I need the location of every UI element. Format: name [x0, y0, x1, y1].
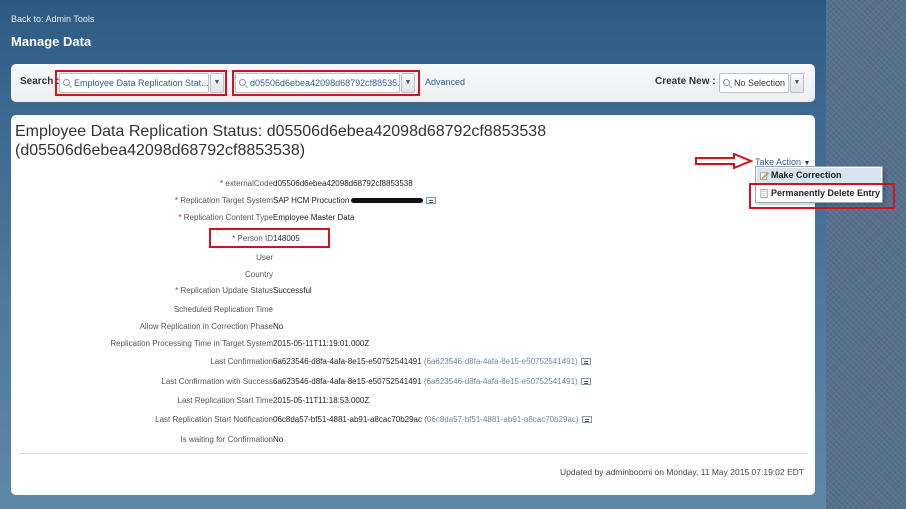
- back-to-admin-tools-link[interactable]: Back to: Admin Tools: [11, 14, 94, 24]
- field-value: 6a623546-d8fa-4afa-8e15-e50752541491: [273, 357, 422, 366]
- required-marker: *: [178, 213, 182, 222]
- updated-by-text: Updated by adminboomi on Monday, 11 May …: [560, 467, 804, 477]
- field-row-last-confirmation-success: Last Confirmation with Success 6a623546-…: [11, 375, 815, 388]
- record-heading: Employee Data Replication Status: d05506…: [15, 123, 547, 159]
- field-row-processing-time: Replication Processing Time in Target Sy…: [11, 337, 815, 350]
- arrow-pointer-icon: [695, 153, 754, 169]
- info-icon[interactable]: [426, 197, 437, 205]
- divider: [19, 453, 807, 454]
- field-value: SAP HCM Procuction: [273, 196, 350, 205]
- info-icon[interactable]: [580, 378, 591, 386]
- field-value: No: [273, 322, 284, 331]
- required-marker: *: [174, 196, 178, 205]
- info-icon[interactable]: [581, 416, 592, 424]
- side-pattern: [826, 0, 906, 509]
- page-title: Manage Data: [11, 34, 92, 49]
- field-value: 6a623546-d8fa-4afa-8e15-e50752541491: [273, 377, 422, 386]
- field-label: Allow Replication in Correction Phase: [139, 322, 273, 331]
- field-row-waiting-for-confirmation: Is waiting for Confirmation No: [11, 433, 815, 446]
- field-secondary-value: (6a623546-d8fa-4afa-8e15-e50752541491): [423, 357, 578, 366]
- field-value: 2015-05-11T11:19:01.000Z: [273, 339, 370, 348]
- field-label: Last Confirmation: [210, 357, 273, 366]
- field-row-user: User: [11, 251, 815, 264]
- field-row-replication-update-status: * Replication Update Status Successful: [11, 284, 815, 297]
- field-row-scheduled-replication-time: Scheduled Replication Time: [11, 303, 815, 316]
- create-new-dropdown-button[interactable]: ▼: [790, 73, 804, 93]
- field-label: Last Replication Start Notification: [155, 415, 273, 424]
- create-new-label: Create New :: [655, 76, 716, 87]
- field-row-last-replication-start-notification: Last Replication Start Notification 06c8…: [11, 413, 815, 426]
- required-marker: *: [220, 179, 224, 188]
- field-label: Country: [244, 270, 273, 279]
- search-icon: [723, 79, 730, 86]
- field-label: Is waiting for Confirmation: [180, 435, 273, 444]
- search-label: Search :: [20, 76, 60, 87]
- field-label: Scheduled Replication Time: [173, 305, 273, 314]
- field-label: Replication Update Status: [180, 286, 274, 295]
- advanced-search-link[interactable]: Advanced: [425, 77, 465, 87]
- field-value: 06c8da57-bf51-4881-ab91-a8cac70b29ac: [273, 415, 423, 424]
- highlight-box-id: [232, 70, 420, 96]
- field-row-last-replication-start-time: Last Replication Start Time 2015-05-11T1…: [11, 394, 815, 407]
- highlight-box-person-id: [209, 228, 330, 248]
- redaction-mark: [351, 198, 424, 204]
- field-row-country: Country: [11, 268, 815, 281]
- field-label: externalCode: [225, 179, 273, 188]
- create-new-combo[interactable]: No Selection: [719, 73, 789, 93]
- field-value: No: [273, 435, 284, 444]
- field-value: d05506d6ebea42098d68792cf8853538: [273, 179, 413, 188]
- field-row-last-confirmation: Last Confirmation 6a623546-d8fa-4afa-8e1…: [11, 355, 815, 368]
- field-secondary-value: (6a623546-d8fa-4afa-8e15-e50752541491): [423, 377, 578, 386]
- highlight-box-type: [55, 70, 227, 96]
- field-label: Replication Content Type: [183, 213, 273, 222]
- field-label: Replication Target System: [180, 196, 273, 205]
- search-bar: Search : Employee Data Replication Stat.…: [11, 64, 815, 102]
- field-row-allow-replication: Allow Replication in Correction Phase No: [11, 320, 815, 333]
- field-secondary-value: (06c8da57-bf51-4881-ab91-a8cac70b29ac): [424, 415, 579, 424]
- field-row-externalcode: * externalCode d05506d6ebea42098d68792cf…: [11, 177, 815, 190]
- field-row-replication-content-type: * Replication Content Type Employee Mast…: [11, 211, 815, 224]
- field-label: Last Replication Start Time: [177, 396, 273, 405]
- field-label: User: [256, 253, 273, 262]
- required-marker: *: [175, 286, 179, 295]
- info-icon[interactable]: [580, 358, 591, 366]
- create-new-value: No Selection: [734, 78, 786, 88]
- field-value: 2015-05-11T11:18:53.000Z: [273, 396, 370, 405]
- field-value: Employee Master Data: [273, 213, 355, 222]
- field-row-replication-target-system: * Replication Target System SAP HCM Proc…: [11, 194, 815, 207]
- field-label: Last Confirmation with Success: [161, 377, 273, 386]
- record-panel: Employee Data Replication Status: d05506…: [11, 115, 895, 495]
- field-value: Successful: [273, 286, 312, 295]
- field-label: Replication Processing Time in Target Sy…: [110, 339, 273, 348]
- field-row-person-id: * Person ID 148005: [11, 232, 815, 245]
